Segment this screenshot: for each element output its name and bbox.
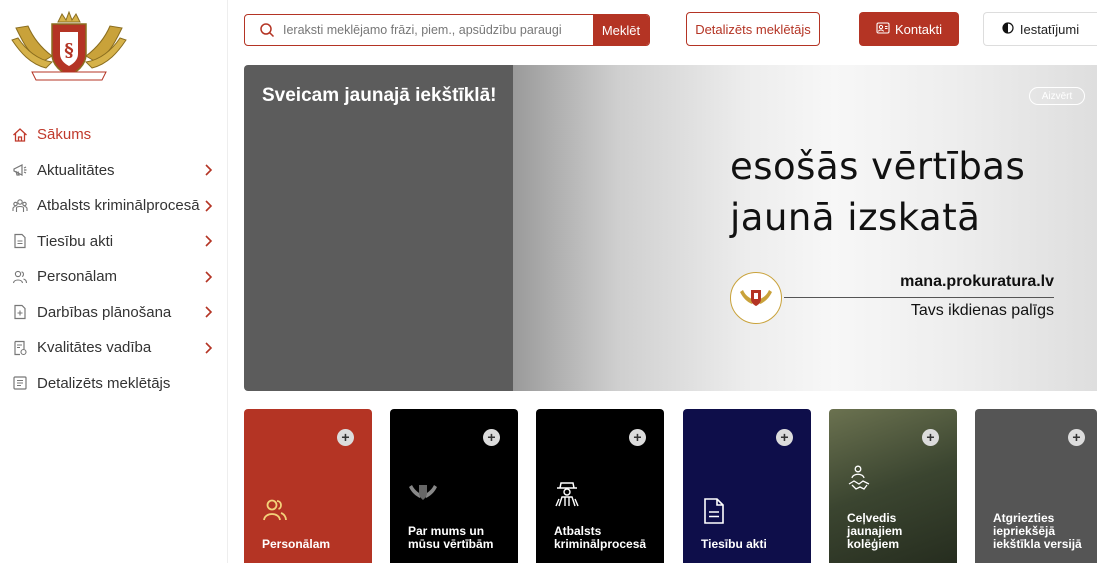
sidebar-item-sakums[interactable]: Sākums: [0, 117, 228, 153]
search-bar: Meklēt: [244, 14, 650, 46]
tile-par-mums[interactable]: + Par mums un mūsu vērtībām: [390, 409, 518, 563]
sidebar-nav: Sākums Aktualitātes Atbalsts kriminālpro…: [0, 117, 228, 401]
chevron-right-icon: [203, 305, 213, 319]
tile-tiesibu-akti[interactable]: + Tiesību akti: [683, 409, 811, 563]
tile-celvedis[interactable]: + Ceļvedis jaunajiem kolēģiem: [829, 409, 957, 563]
plus-icon[interactable]: +: [922, 429, 939, 446]
sidebar: § Sākums Aktualitātes Atbalsts kriminālp…: [0, 0, 228, 563]
settings-label: Iestatījumi: [1019, 21, 1080, 37]
banner-dark-panel: [244, 65, 513, 391]
contact-card-icon: [876, 21, 890, 37]
sidebar-item-darbibas-planosana[interactable]: Darbības plānošana: [0, 295, 228, 331]
banner-headline: esošās vērtības jaunā izskatā: [730, 141, 1025, 243]
home-icon: [12, 127, 28, 143]
chevron-right-icon: [203, 341, 213, 355]
close-banner-button[interactable]: Aizvērt: [1029, 87, 1085, 105]
prosecutor-office-logo[interactable]: §: [8, 10, 130, 86]
quick-links: + Personālam + Par mums un mūsu vērtībām…: [244, 409, 1097, 563]
sidebar-item-detalizets-mekletajs[interactable]: Detalizēts meklētājs: [0, 366, 228, 402]
plus-icon[interactable]: +: [483, 429, 500, 446]
sidebar-item-atbalsts-kriminalprocesa[interactable]: Atbalsts kriminālprocesā: [0, 188, 228, 224]
emblem-icon: [408, 482, 438, 504]
tile-personalam[interactable]: + Personālam: [244, 409, 372, 563]
tile-label: Atbalsts kriminālprocesā: [554, 524, 647, 551]
tile-label: Atgriezties iepriekšējā iekštīkla versij…: [993, 511, 1082, 551]
emblem-icon: [730, 272, 782, 324]
welcome-title: Sveicam jaunajā iekštīklā!: [262, 85, 497, 106]
sidebar-item-tiesibu-akti[interactable]: Tiesību akti: [0, 224, 228, 260]
headline-line-1: esošās vērtības: [730, 145, 1026, 188]
headline-line-2: jaunā izskatā: [730, 196, 981, 239]
contacts-label: Kontakti: [895, 21, 942, 37]
tile-label: Ceļvedis jaunajiem kolēģiem: [847, 511, 903, 551]
advanced-search-button[interactable]: Detalizēts meklētājs: [686, 12, 820, 46]
quality-document-icon: [12, 340, 28, 356]
sidebar-item-personalam[interactable]: Personālam: [0, 259, 228, 295]
contacts-button[interactable]: Kontakti: [859, 12, 959, 46]
tile-label: Personālam: [262, 537, 331, 551]
sidebar-item-aktualitates[interactable]: Aktualitātes: [0, 153, 228, 189]
detective-icon: [554, 477, 580, 507]
sidebar-item-label: Darbības plānošana: [37, 303, 172, 321]
plus-icon[interactable]: +: [1068, 429, 1085, 446]
banner-tagline: Tavs ikdienas palīgs: [910, 302, 1054, 319]
sidebar-item-label: Kvalitātes vadība: [37, 339, 152, 357]
top-bar: Meklēt Detalizēts meklētājs Kontakti Ies…: [228, 0, 1097, 60]
document-icon: [12, 233, 28, 249]
handshake-icon: [847, 465, 873, 491]
people-icon: [12, 198, 28, 214]
chevron-right-icon: [203, 163, 213, 177]
chevron-right-icon: [203, 270, 213, 284]
sidebar-item-kvalitates-vadiba[interactable]: Kvalitātes vadība: [0, 330, 228, 366]
settings-button[interactable]: Iestatījumi: [983, 12, 1097, 46]
chevron-right-icon: [203, 199, 213, 213]
sidebar-item-label: Detalizēts meklētājs: [37, 374, 171, 392]
sidebar-item-label: Tiesību akti: [37, 232, 114, 250]
sidebar-item-label: Aktualitātes: [37, 161, 115, 179]
search-list-icon: [12, 375, 28, 391]
plus-icon[interactable]: +: [337, 429, 354, 446]
chevron-right-icon: [203, 234, 213, 248]
sidebar-item-label: Sākums: [37, 126, 92, 144]
search-button[interactable]: Meklēt: [593, 15, 649, 45]
banner-site-url: mana.prokuratura.lv: [900, 273, 1054, 290]
sidebar-item-label: Personālam: [37, 268, 118, 286]
contrast-icon: [1002, 21, 1014, 37]
plan-document-icon: [12, 304, 28, 320]
sidebar-item-label: Atbalsts kriminālprocesā: [37, 197, 200, 215]
plus-icon[interactable]: +: [776, 429, 793, 446]
search-input[interactable]: [283, 23, 593, 37]
search-icon: [259, 22, 275, 38]
plus-icon[interactable]: +: [629, 429, 646, 446]
welcome-banner: Sveicam jaunajā iekštīklā! Aizvērt esošā…: [244, 65, 1097, 391]
document-icon: [701, 497, 727, 524]
tile-atgriezties[interactable]: + Atgriezties iepriekšējā iekštīkla vers…: [975, 409, 1097, 563]
tile-atbalsts-kriminalprocesa[interactable]: + Atbalsts kriminālprocesā: [536, 409, 664, 563]
megaphone-icon: [12, 162, 28, 178]
users-icon: [12, 269, 28, 285]
users-icon: [262, 497, 288, 523]
banner-divider: [784, 297, 1054, 298]
svg-text:§: §: [64, 40, 73, 61]
tile-label: Tiesību akti: [701, 537, 767, 551]
tile-label: Par mums un mūsu vērtībām: [408, 524, 494, 551]
